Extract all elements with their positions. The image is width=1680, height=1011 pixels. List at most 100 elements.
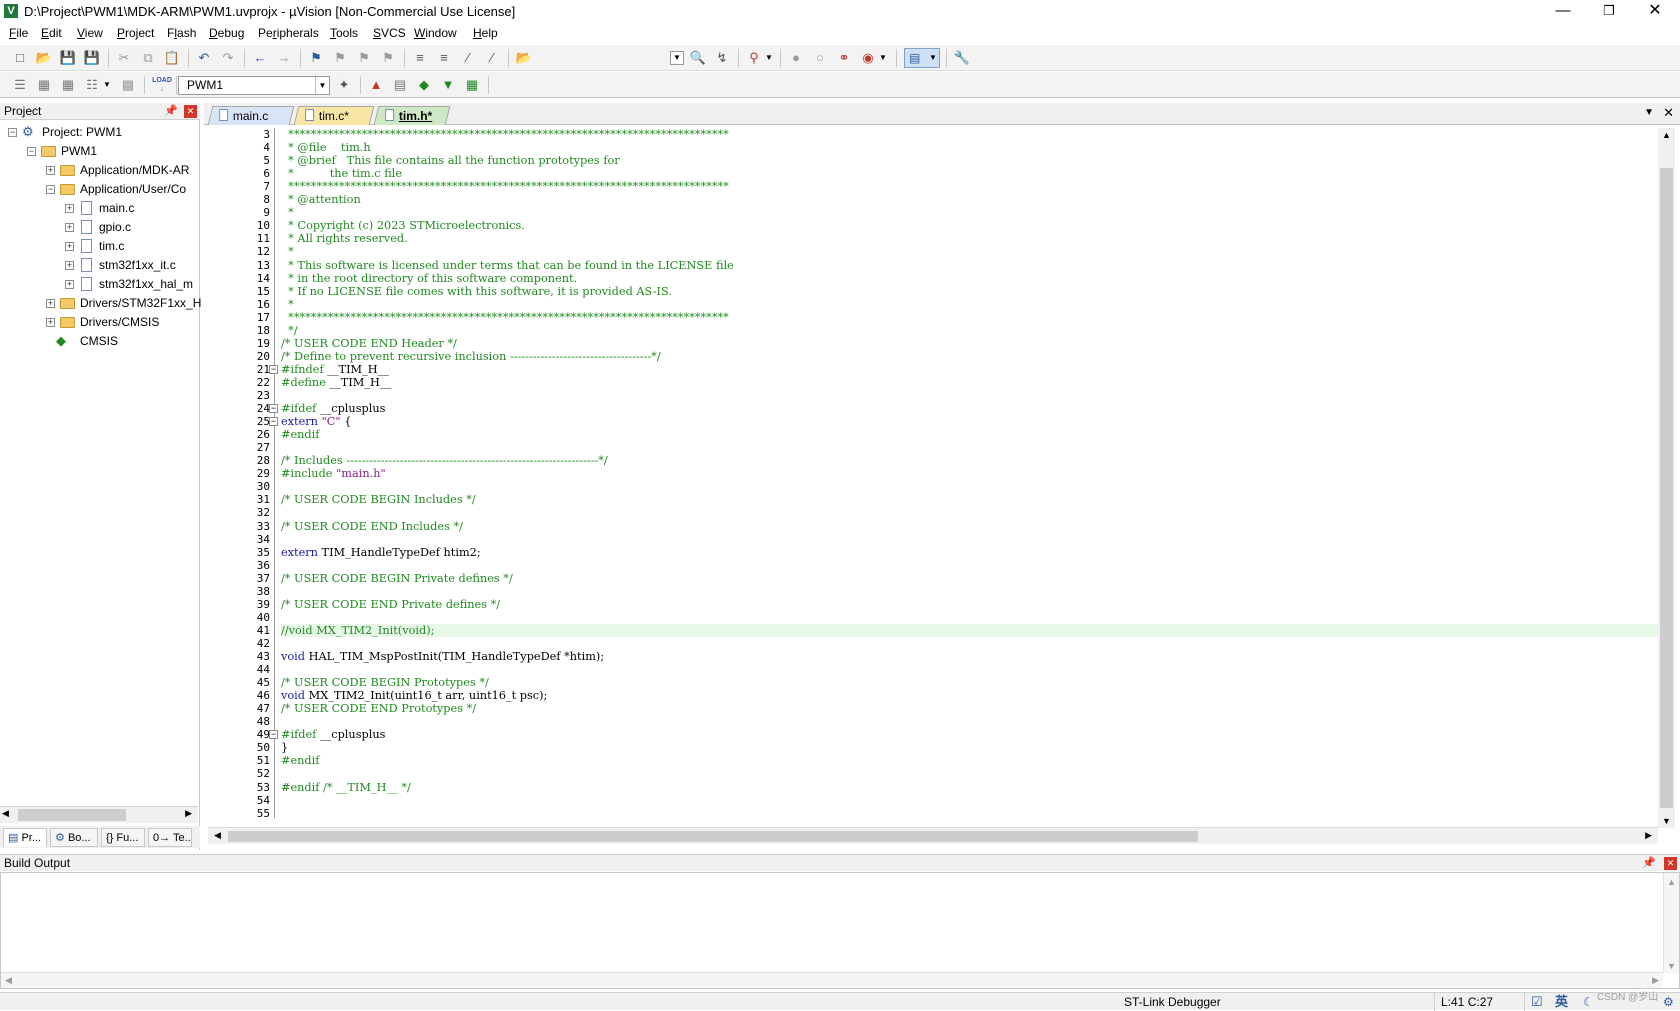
code-line[interactable] bbox=[281, 663, 1661, 676]
code-line[interactable]: #ifndef __TIM_H__ bbox=[281, 363, 1661, 376]
scroll-right-icon[interactable]: ▶ bbox=[1645, 830, 1652, 841]
start-debug-icon[interactable]: ⚲ bbox=[744, 48, 764, 68]
close-icon[interactable]: ✕ bbox=[184, 105, 197, 118]
indent-icon[interactable]: ≡ bbox=[410, 48, 430, 68]
fold-collapse-icon[interactable]: − bbox=[269, 404, 278, 414]
code-line[interactable]: //void MX_TIM2_Init(void); bbox=[281, 623, 1661, 637]
tree-item[interactable]: + stm32f1xx_hal_m bbox=[0, 275, 198, 293]
disable-breakpoints-icon[interactable]: ⚭ bbox=[834, 48, 854, 68]
tree-item[interactable]: + stm32f1xx_it.c bbox=[0, 256, 198, 274]
restore-button[interactable]: ❐ bbox=[1586, 0, 1632, 24]
code-line[interactable] bbox=[281, 637, 1661, 650]
tab-tim-h-[interactable]: tim.h* bbox=[373, 106, 451, 125]
code-line[interactable] bbox=[281, 611, 1661, 624]
code-line[interactable]: * This software is licensed under terms … bbox=[281, 259, 1661, 272]
scroll-right-icon[interactable]: ▶ bbox=[1652, 975, 1659, 986]
navigate-forward-icon[interactable]: → bbox=[274, 48, 294, 68]
scroll-left-icon[interactable]: ◀ bbox=[214, 830, 221, 841]
stop-build-icon[interactable]: ▩ bbox=[118, 75, 138, 95]
new-file-icon[interactable]: □ bbox=[10, 48, 30, 68]
unindent-icon[interactable]: ≡ bbox=[434, 48, 454, 68]
scroll-left-icon[interactable]: ◀ bbox=[2, 808, 9, 819]
code-line[interactable]: ****************************************… bbox=[281, 128, 1661, 141]
code-line[interactable]: /* USER CODE END Prototypes */ bbox=[281, 702, 1661, 715]
gear-icon[interactable]: ⚙ bbox=[1663, 993, 1674, 1011]
pack-installer-icon[interactable]: ▦ bbox=[462, 75, 482, 95]
code-line[interactable]: #endif /* __TIM_H__ */ bbox=[281, 781, 1661, 794]
code-line[interactable] bbox=[281, 480, 1661, 493]
expand-icon[interactable]: + bbox=[46, 318, 55, 327]
code-line[interactable]: /* USER CODE BEGIN Includes */ bbox=[281, 493, 1661, 506]
tray-check-icon[interactable]: ☑ bbox=[1531, 993, 1543, 1011]
editor-vertical-scrollbar[interactable]: ▲ ▼ bbox=[1658, 128, 1675, 828]
code-line[interactable] bbox=[281, 533, 1661, 546]
expand-icon[interactable]: + bbox=[65, 242, 74, 251]
tab-project[interactable]: ▤ Pr... bbox=[3, 828, 47, 847]
code-line[interactable]: void HAL_TIM_MspPostInit(TIM_HandleTypeD… bbox=[281, 650, 1661, 663]
code-line[interactable]: ****************************************… bbox=[281, 180, 1661, 193]
code-line[interactable]: * bbox=[281, 245, 1661, 258]
tab-books[interactable]: ⚙ Bo... bbox=[50, 828, 98, 847]
code-line[interactable]: ****************************************… bbox=[281, 311, 1661, 324]
save-all-icon[interactable]: 💾 bbox=[82, 48, 102, 68]
code-line[interactable]: * @file tim.h bbox=[281, 141, 1661, 154]
find-in-files-icon[interactable]: 📂 bbox=[514, 48, 534, 68]
menu-view[interactable]: View bbox=[77, 26, 103, 40]
menu-file[interactable]: File bbox=[9, 26, 28, 40]
tab-tim-c-[interactable]: tim.c* bbox=[293, 106, 375, 125]
uncomment-icon[interactable]: ⁄ bbox=[482, 48, 502, 68]
scroll-down-icon[interactable]: ▼ bbox=[1662, 816, 1671, 826]
code-line[interactable]: * Copyright (c) 2023 STMicroelectronics. bbox=[281, 219, 1661, 232]
build-icon[interactable]: ▦ bbox=[34, 75, 54, 95]
tree-item[interactable]: + gpio.c bbox=[0, 218, 198, 236]
collapse-icon[interactable]: − bbox=[46, 185, 55, 194]
code-line[interactable]: * @brief This file contains all the func… bbox=[281, 154, 1661, 167]
close-tab-icon[interactable]: ✕ bbox=[1663, 105, 1674, 121]
fold-collapse-icon[interactable]: − bbox=[269, 364, 278, 374]
minimize-button[interactable]: — bbox=[1540, 0, 1586, 24]
code-line[interactable]: /* USER CODE END Header */ bbox=[281, 337, 1661, 350]
expand-icon[interactable]: + bbox=[46, 299, 55, 308]
bookmark-icon[interactable]: ⚑ bbox=[306, 48, 326, 68]
code-line[interactable]: /* USER CODE END Private defines */ bbox=[281, 598, 1661, 611]
manage-run-time-environment-icon[interactable]: ◆ bbox=[414, 75, 434, 95]
code-line[interactable]: * All rights reserved. bbox=[281, 232, 1661, 245]
tab-functions[interactable]: {} Fu... bbox=[101, 828, 145, 847]
manage-multi-project-icon[interactable]: ▤ bbox=[390, 75, 410, 95]
configure-icon[interactable]: 🔧 bbox=[952, 48, 972, 68]
editor-horizontal-scrollbar[interactable]: ◀ ▶ bbox=[208, 827, 1658, 844]
expand-icon[interactable]: + bbox=[65, 261, 74, 270]
scroll-down-icon[interactable]: ▼ bbox=[1667, 961, 1676, 971]
select-software-packs-icon[interactable]: ▼ bbox=[438, 75, 458, 95]
expand-icon[interactable]: + bbox=[65, 204, 74, 213]
code-line[interactable] bbox=[281, 715, 1661, 728]
menu-help[interactable]: Help bbox=[473, 26, 498, 40]
code-editor[interactable]: ****************************************… bbox=[281, 128, 1661, 826]
tree-item[interactable]: − PWM1 bbox=[0, 142, 198, 160]
code-line[interactable]: * the tim.c file bbox=[281, 167, 1661, 180]
code-line[interactable]: /* USER CODE END Includes */ bbox=[281, 520, 1661, 533]
collapse-icon[interactable]: − bbox=[8, 128, 17, 137]
prev-bookmark-icon[interactable]: ⚑ bbox=[330, 48, 350, 68]
code-line[interactable]: * @attention bbox=[281, 193, 1661, 206]
code-line[interactable]: */ bbox=[281, 324, 1661, 337]
menu-flash[interactable]: Flash bbox=[167, 26, 196, 40]
undo-icon[interactable]: ↶ bbox=[194, 48, 214, 68]
menu-window[interactable]: Window bbox=[414, 26, 457, 40]
translate-icon[interactable]: ☰ bbox=[10, 75, 30, 95]
breakpoints-dropdown-icon[interactable]: ▼ bbox=[878, 48, 888, 68]
menu-svcs[interactable]: SVCS bbox=[373, 26, 406, 40]
manage-project-items-icon[interactable]: ▲ bbox=[366, 75, 386, 95]
window-layout-button[interactable]: ▤ ▼ bbox=[904, 48, 940, 68]
menu-project[interactable]: Project bbox=[117, 26, 154, 40]
close-button[interactable]: ✕ bbox=[1632, 0, 1678, 24]
code-line[interactable]: } bbox=[281, 741, 1661, 754]
moon-icon[interactable]: ☾ bbox=[1583, 993, 1594, 1011]
code-line[interactable] bbox=[281, 767, 1661, 780]
code-line[interactable]: #ifdef __cplusplus bbox=[281, 402, 1661, 415]
scroll-up-icon[interactable]: ▲ bbox=[1667, 877, 1676, 887]
navigate-back-icon[interactable]: ← bbox=[250, 48, 270, 68]
code-line[interactable] bbox=[281, 441, 1661, 454]
expand-icon[interactable]: + bbox=[65, 280, 74, 289]
scroll-left-icon[interactable]: ◀ bbox=[5, 975, 12, 986]
